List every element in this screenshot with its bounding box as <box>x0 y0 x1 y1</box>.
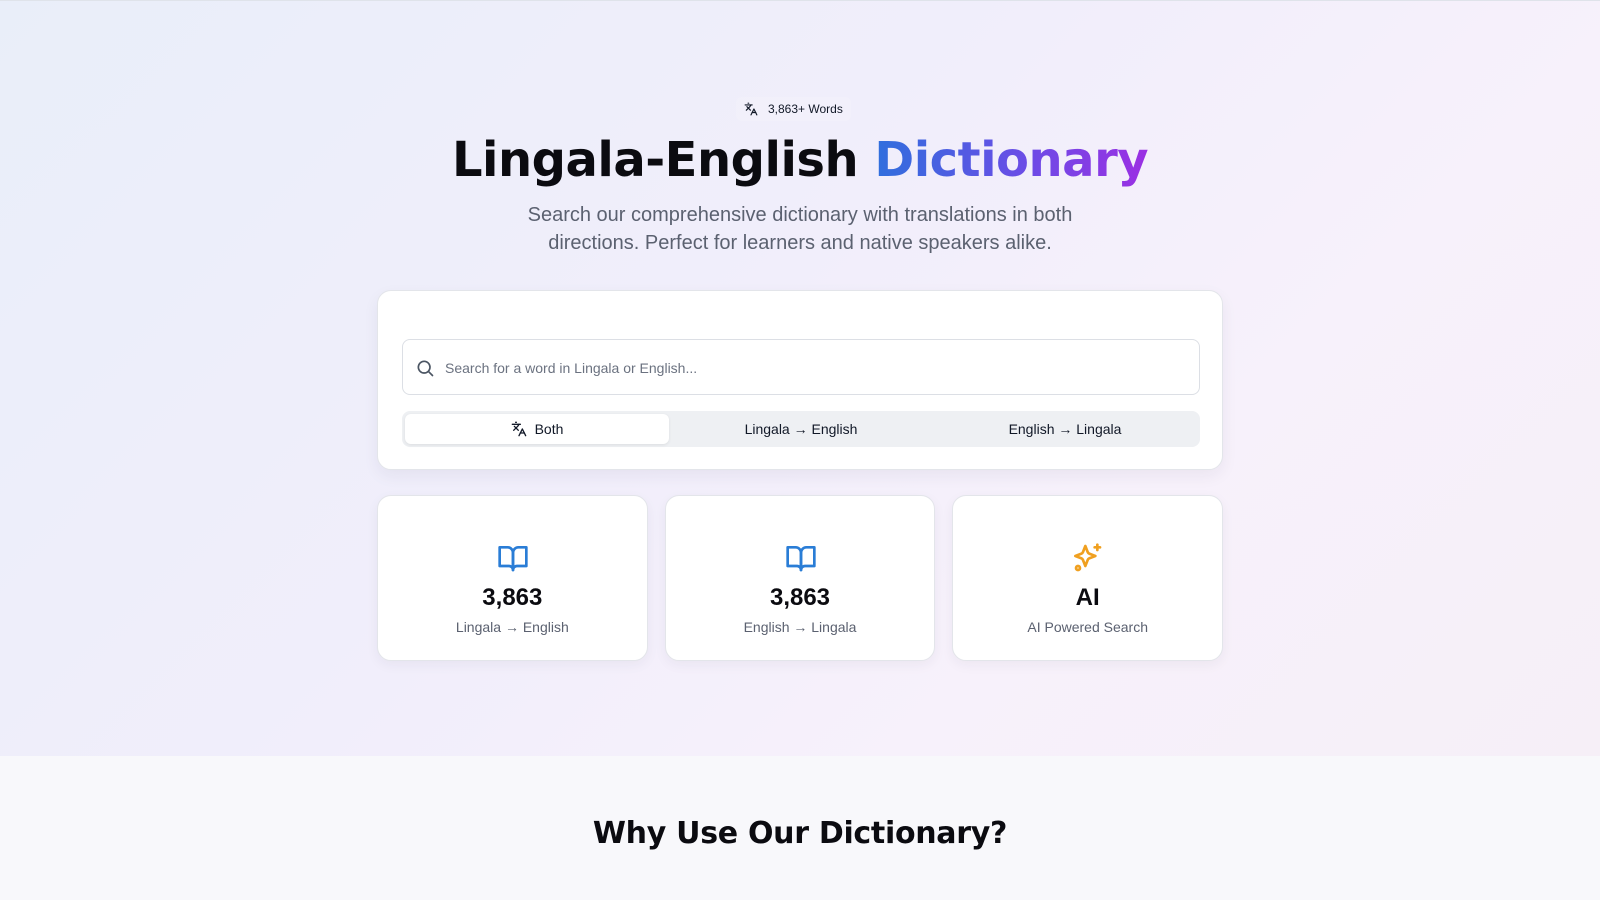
tab-label: English → Lingala <box>1008 421 1122 437</box>
tab-label: Both <box>534 421 564 437</box>
hero-section: 3,863+ Words Lingala-English Dictionary … <box>0 0 1600 756</box>
stat-label: AI Powered Search <box>1027 619 1148 635</box>
stat-card-ai: AI AI Powered Search <box>952 495 1224 661</box>
stat-card-lingala-english: 3,863 Lingala → English <box>377 495 648 661</box>
stat-label: English → Lingala <box>743 619 857 635</box>
stat-value: 3,863 <box>769 584 831 611</box>
book-open-icon <box>498 546 528 572</box>
hero-subtitle: Search our comprehensive dictionary with… <box>527 204 1073 254</box>
page-title: Lingala-English Dictionary <box>0 127 1600 193</box>
why-section-title: Why Use Our Dictionary? <box>592 816 1008 851</box>
book-open-icon <box>786 546 816 572</box>
stat-label: Lingala → English <box>455 619 569 635</box>
tab-label: Lingala → English <box>744 421 858 437</box>
search-input[interactable] <box>443 340 1187 396</box>
tab-english-to-lingala[interactable]: English → Lingala <box>933 414 1197 444</box>
search-box[interactable] <box>402 339 1200 396</box>
direction-tabs: Both Lingala → English English → Lingala <box>402 411 1200 447</box>
page: 3,863+ Words Lingala-English Dictionary … <box>0 0 1600 900</box>
title-main: Lingala-English <box>451 132 859 188</box>
tab-lingala-to-english[interactable]: Lingala → English <box>669 414 933 444</box>
sparkles-icon <box>1074 543 1102 572</box>
title-accent: Dictionary <box>874 132 1149 188</box>
stat-value: 3,863 <box>482 584 543 611</box>
badge-text: 3,863+ Words <box>768 102 843 116</box>
tab-both[interactable]: Both <box>405 414 669 444</box>
stat-card-english-lingala: 3,863 English → Lingala <box>664 495 936 661</box>
search-card: Both Lingala → English English → Lingala <box>377 290 1223 470</box>
languages-icon <box>744 102 758 116</box>
word-count-badge: 3,863+ Words <box>736 97 851 121</box>
languages-icon <box>511 421 526 437</box>
stats-row: 3,863 Lingala → English 3,863 English → … <box>377 495 1224 661</box>
search-icon <box>417 360 434 377</box>
stat-value: AI <box>1075 584 1100 611</box>
